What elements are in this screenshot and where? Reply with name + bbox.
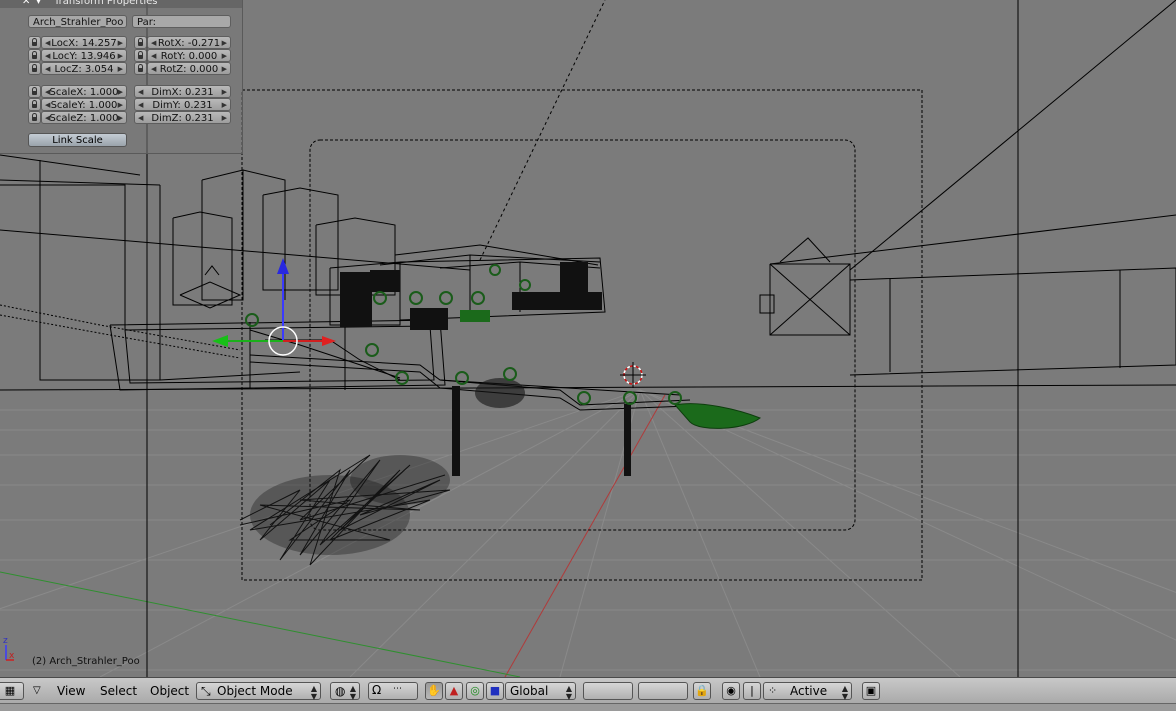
object-name-field[interactable]: Arch_Strahler_Poo	[28, 15, 127, 28]
scale-y-label: ScaleY: 1.000	[50, 100, 118, 111]
object-mode-icon: ⤡	[201, 684, 211, 698]
svg-text:x: x	[9, 651, 15, 661]
viewport-status-text: (2) Arch_Strahler_Poo	[32, 656, 140, 667]
rot-y-label: RotY: 0.000	[160, 51, 218, 62]
lock-icon[interactable]	[28, 111, 41, 124]
dim-x-field[interactable]: ◀ DimX: 0.231 ▶	[134, 85, 231, 98]
rot-x-label: RotX: -0.271	[157, 38, 221, 49]
render-preview-icon[interactable]: ▣	[862, 682, 880, 700]
layers-group-2[interactable]	[638, 682, 688, 700]
link-scale-button[interactable]: Link Scale	[28, 133, 127, 147]
dim-z-label: DimZ: 0.231	[151, 113, 214, 124]
plant-meshes	[239, 378, 525, 566]
menu-select[interactable]: Select	[100, 683, 137, 699]
axis-indicator: z x	[3, 636, 15, 661]
draw-type-icon: ◍	[335, 684, 346, 698]
scale-icon[interactable]: ■	[486, 682, 504, 700]
x-axis-line	[504, 394, 666, 677]
loc-z-label: LocZ: 3.054	[54, 64, 114, 75]
magnet-icon[interactable]: Ω	[372, 683, 381, 697]
panel-header[interactable]: ✕ ▾ Transform Properties	[0, 0, 242, 8]
rot-y-field[interactable]: ◀ RotY: 0.000 ▶	[147, 49, 231, 62]
view3d-header: ▦ ▽ View Select Object ⤡ Object Mode ▲ ▼ …	[0, 677, 1176, 704]
loc-x-field[interactable]: ◀ LocX: 14.257 ▶	[41, 36, 127, 49]
transform-widget[interactable]	[212, 258, 336, 356]
mode-dropdown[interactable]: ⤡ Object Mode ▲ ▼	[196, 682, 321, 701]
menu-object[interactable]: Object	[150, 683, 189, 699]
scale-z-field[interactable]: ◀ ScaleZ: 1.000 ▶	[41, 111, 127, 124]
scale-z-label: ScaleZ: 1.000	[49, 113, 119, 124]
mode-label: Object Mode	[217, 684, 293, 698]
dim-z-field[interactable]: ◀ DimZ: 0.231 ▶	[134, 111, 231, 124]
loc-y-field[interactable]: ◀ LocY: 13.946 ▶	[41, 49, 127, 62]
collapse-menu-icon[interactable]: ▽	[33, 683, 41, 699]
svg-text:z: z	[3, 636, 8, 646]
lock-layers-icon[interactable]: 🔒	[693, 682, 711, 700]
lock-icon[interactable]	[134, 49, 147, 62]
menu-view[interactable]: View	[57, 683, 85, 699]
hand-icon[interactable]: ✋	[425, 682, 443, 700]
pivot-icon[interactable]: ⋯	[393, 684, 402, 694]
parent-field[interactable]: Par:	[132, 15, 231, 28]
transform-properties-panel: ✕ ▾ Transform Properties Arch_Strahler_P…	[0, 0, 243, 154]
proportional-edit-icon[interactable]: ◉	[722, 682, 740, 700]
close-icon[interactable]: ✕	[22, 0, 30, 8]
scale-y-field[interactable]: ◀ ScaleY: 1.000 ▶	[41, 98, 127, 111]
snap-group[interactable]: Ω ⋯	[368, 682, 418, 700]
rotate-icon[interactable]: ◎	[466, 682, 484, 700]
lock-icon[interactable]	[28, 98, 41, 111]
rot-z-field[interactable]: ◀ RotZ: 0.000 ▶	[147, 62, 231, 75]
3d-cursor[interactable]	[620, 362, 646, 388]
loc-x-label: LocX: 14.257	[51, 38, 117, 49]
orientation-label: Global	[510, 684, 549, 698]
lock-icon[interactable]	[28, 62, 41, 75]
lock-icon[interactable]	[134, 36, 147, 49]
lock-icon[interactable]	[134, 62, 147, 75]
rot-z-label: RotZ: 0.000	[159, 64, 219, 75]
scale-x-field[interactable]: ◀ ScaleX: 1.000 ▶	[41, 85, 127, 98]
dim-x-label: DimX: 0.231	[151, 87, 214, 98]
loc-z-field[interactable]: ◀ LocZ: 3.054 ▶	[41, 62, 127, 75]
orientation-dropdown[interactable]: Global ▲ ▼	[505, 682, 576, 701]
draw-type-dropdown[interactable]: ◍ ▲ ▼	[330, 682, 360, 701]
floor-grid	[0, 389, 1176, 677]
pivot-dropdown[interactable]: ⁘ Active ▲ ▼	[763, 682, 852, 701]
lock-icon[interactable]	[28, 85, 41, 98]
collapse-icon[interactable]: ▾	[36, 0, 41, 8]
lock-icon[interactable]	[28, 36, 41, 49]
3d-viewport[interactable]: z x ✕ ▾ Transform Properties Arch_Strahl…	[0, 0, 1176, 677]
scale-x-label: ScaleX: 1.000	[49, 87, 119, 98]
translate-icon[interactable]: ▲	[445, 682, 463, 700]
dim-y-label: DimY: 0.231	[152, 100, 213, 111]
rot-x-field[interactable]: ◀ RotX: -0.271 ▶	[147, 36, 231, 49]
falloff-icon[interactable]: |	[743, 682, 761, 700]
pivot-point-icon: ⁘	[768, 684, 778, 697]
pivot-label: Active	[790, 684, 828, 698]
loc-y-label: LocY: 13.946	[52, 51, 116, 62]
dim-y-field[interactable]: ◀ DimY: 0.231 ▶	[134, 98, 231, 111]
panel-title: Transform Properties	[54, 0, 158, 7]
lock-icon[interactable]	[28, 49, 41, 62]
layers-group-1[interactable]	[583, 682, 633, 700]
editor-type-icon[interactable]: ▦	[0, 682, 24, 700]
